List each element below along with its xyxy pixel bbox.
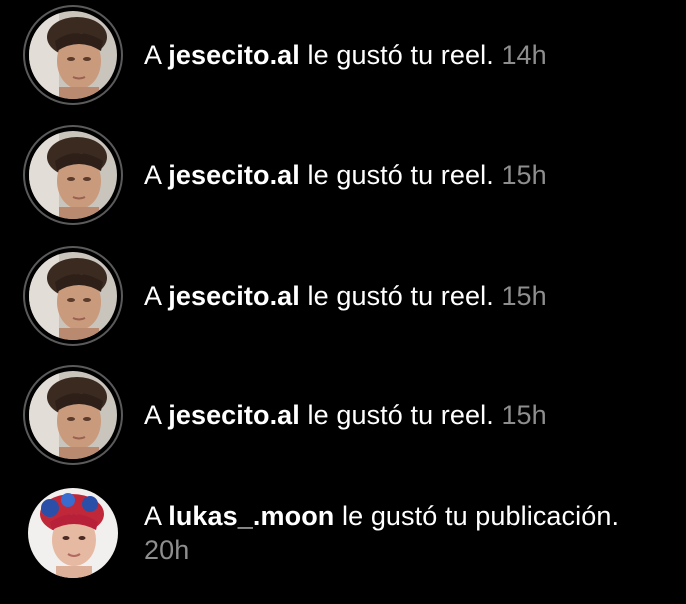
notification-item[interactable]: A jesecito.al le gustó tu reel. 15h bbox=[20, 362, 680, 468]
username-link[interactable]: lukas_.moon bbox=[168, 501, 334, 531]
notification-item[interactable]: A jesecito.al le gustó tu reel. 15h bbox=[20, 243, 680, 349]
story-ring bbox=[23, 246, 123, 346]
notification-prefix: A bbox=[144, 400, 161, 430]
username-link[interactable]: jesecito.al bbox=[168, 40, 300, 70]
notification-item[interactable]: A lukas_.moon le gustó tu publicación. 2… bbox=[20, 480, 680, 586]
story-ring bbox=[23, 365, 123, 465]
avatar-button[interactable] bbox=[20, 122, 126, 228]
notification-timestamp: 15h bbox=[501, 160, 547, 190]
notification-timestamp: 20h bbox=[144, 535, 190, 565]
story-ring bbox=[23, 5, 123, 105]
notification-text: A lukas_.moon le gustó tu publicación. 2… bbox=[144, 499, 664, 567]
notification-timestamp: 15h bbox=[501, 281, 547, 311]
notification-action: le gustó tu reel. bbox=[307, 160, 494, 190]
notification-action: le gustó tu reel. bbox=[307, 400, 494, 430]
avatar-button[interactable] bbox=[20, 362, 126, 468]
notification-item[interactable]: A jesecito.al le gustó tu reel. 15h bbox=[20, 122, 680, 228]
notification-prefix: A bbox=[144, 160, 161, 190]
notification-prefix: A bbox=[144, 501, 161, 531]
notification-timestamp: 14h bbox=[501, 40, 547, 70]
notification-action: le gustó tu publicación. bbox=[342, 501, 620, 531]
username-link[interactable]: jesecito.al bbox=[168, 400, 300, 430]
avatar-button[interactable] bbox=[20, 2, 126, 108]
username-link[interactable]: jesecito.al bbox=[168, 281, 300, 311]
avatar bbox=[29, 371, 117, 459]
avatar bbox=[29, 131, 117, 219]
avatar bbox=[28, 488, 118, 578]
notification-text: A jesecito.al le gustó tu reel. 15h bbox=[144, 279, 547, 313]
notification-prefix: A bbox=[144, 40, 161, 70]
avatar-button[interactable] bbox=[20, 480, 126, 586]
avatar bbox=[29, 252, 117, 340]
notification-prefix: A bbox=[144, 281, 161, 311]
username-link[interactable]: jesecito.al bbox=[168, 160, 300, 190]
story-ring bbox=[23, 125, 123, 225]
notification-text: A jesecito.al le gustó tu reel. 14h bbox=[144, 38, 547, 72]
notification-text: A jesecito.al le gustó tu reel. 15h bbox=[144, 398, 547, 432]
avatar-button[interactable] bbox=[20, 243, 126, 349]
notification-text: A jesecito.al le gustó tu reel. 15h bbox=[144, 158, 547, 192]
activity-notification-list: A jesecito.al le gustó tu reel. 14h A je… bbox=[0, 0, 686, 604]
notification-timestamp: 15h bbox=[501, 400, 547, 430]
notification-action: le gustó tu reel. bbox=[307, 40, 494, 70]
avatar bbox=[29, 11, 117, 99]
notification-action: le gustó tu reel. bbox=[307, 281, 494, 311]
notification-item[interactable]: A jesecito.al le gustó tu reel. 14h bbox=[20, 2, 680, 108]
